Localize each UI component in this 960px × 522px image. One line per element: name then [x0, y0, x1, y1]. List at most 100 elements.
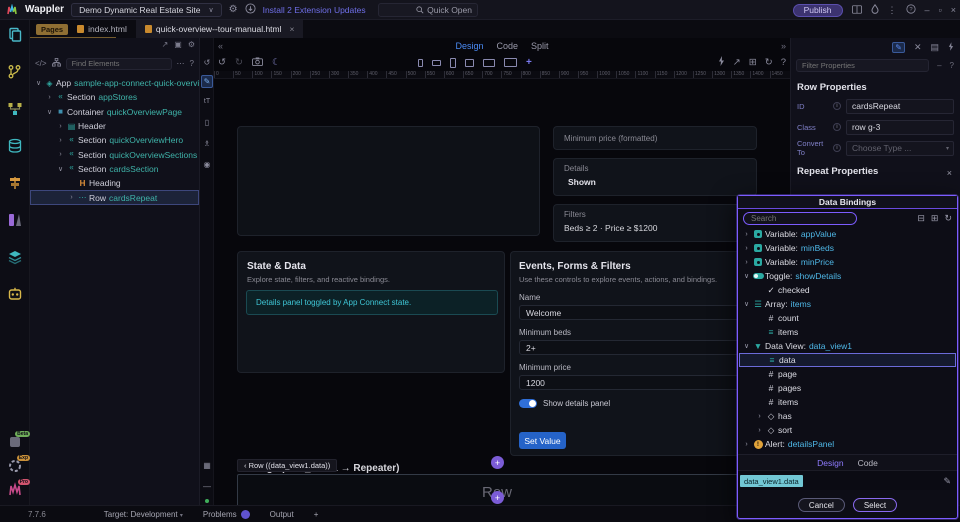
add-element-icon[interactable]: +	[491, 491, 504, 504]
binding-node-items[interactable]: ≡items	[738, 325, 957, 339]
structure-node-quickoverviewhero[interactable]: ›»SectionquickOverviewHero	[30, 133, 199, 147]
device-phone-icon[interactable]	[450, 58, 456, 68]
expander-icon[interactable]: ›	[755, 427, 764, 434]
edit-expression-icon[interactable]: ✎	[943, 476, 951, 487]
expander-icon[interactable]: ›	[742, 259, 751, 266]
minprice-formatted-field[interactable]: Minimum price (formatted)	[553, 126, 757, 150]
binding-node-data[interactable]: ≡data	[739, 353, 956, 367]
pages-icon[interactable]	[0, 24, 30, 45]
publish-button[interactable]: Publish	[793, 4, 843, 17]
binding-node-showdetails[interactable]: ∨Toggle:showDetails	[738, 269, 957, 283]
structure-node-quickoverviewpage[interactable]: ∨■ContainerquickOverviewPage	[30, 105, 199, 119]
tab-index-html[interactable]: index.html	[68, 20, 136, 38]
apps-grid-icon[interactable]: ⊞	[749, 58, 757, 68]
minimize-icon[interactable]: –	[937, 61, 941, 70]
structure-node-heading[interactable]: HHeading	[30, 176, 199, 190]
expression-bar[interactable]: data_view1.data ✎	[738, 470, 957, 490]
beds-select[interactable]: 2+ ▾	[519, 340, 746, 355]
structure-node-cardsrepeat[interactable]: ›⋯RowcardsRepeat	[30, 190, 199, 204]
git-manager-icon[interactable]	[0, 61, 30, 82]
pages-badge[interactable]: Pages	[36, 24, 68, 35]
structure-node-sample-app-connect-quick-overview[interactable]: ∨◈Appsample-app-connect-quick-overview	[30, 76, 199, 90]
tab-quick-overview[interactable]: quick-overview--tour-manual.html ×	[136, 20, 304, 38]
binding-node-items[interactable]: ∨☰Array:items	[738, 297, 957, 311]
expander-icon[interactable]: ›	[742, 441, 751, 448]
layouts-icon[interactable]	[0, 246, 30, 267]
help-icon[interactable]: ?	[950, 61, 954, 70]
text-tool-icon[interactable]: tT	[200, 93, 214, 109]
code-view-icon[interactable]: </>	[35, 60, 47, 68]
target-selector[interactable]: Target: Development ▾	[104, 510, 183, 519]
design-tools-icon[interactable]	[0, 209, 30, 230]
expand-all-icon[interactable]: ⊞	[931, 213, 939, 224]
binding-node-checked[interactable]: ✓checked	[738, 283, 957, 297]
expander-icon[interactable]: ›	[67, 194, 76, 201]
info-icon[interactable]: i	[833, 123, 841, 131]
find-elements-input[interactable]	[66, 58, 172, 70]
device-laptop-icon[interactable]	[483, 59, 495, 67]
add-panel-button[interactable]: +	[314, 510, 319, 519]
binding-node-data_view1[interactable]: ∨▼Data View:data_view1	[738, 339, 957, 353]
property-convert-to-select[interactable]: Choose Type ...▾	[846, 141, 954, 156]
repeat-close-icon[interactable]: ×	[947, 168, 952, 178]
ai-assistant-icon[interactable]	[0, 283, 30, 304]
view-tab-design[interactable]: Design	[455, 41, 483, 51]
kebab-menu-icon[interactable]: ⋮	[888, 5, 897, 16]
binding-node-sort[interactable]: ›◇sort	[738, 423, 957, 437]
output-button[interactable]: Output	[270, 510, 294, 519]
binding-node-appvalue[interactable]: ›Variable:appValue	[738, 227, 957, 241]
expander-icon[interactable]: ∨	[34, 79, 43, 87]
selected-row-badge[interactable]: ‹ Row ((data_view1.data))	[237, 459, 337, 472]
device-tablet-icon[interactable]	[465, 59, 474, 67]
info-icon[interactable]: i	[833, 144, 841, 152]
workflows-icon[interactable]	[0, 98, 30, 119]
expander-icon[interactable]: ›	[742, 231, 751, 238]
mode-tab-code[interactable]: Code	[858, 458, 878, 468]
structure-node-cardssection[interactable]: ∨»SectioncardsSection	[30, 162, 199, 176]
select-button[interactable]: Select	[853, 498, 897, 512]
expander-icon[interactable]: ›	[45, 94, 54, 101]
expander-icon[interactable]: ∨	[742, 272, 751, 280]
collapse-right-icon[interactable]: »	[781, 41, 786, 51]
export-icon[interactable]: ↗	[162, 41, 169, 49]
mode-tab-design[interactable]: Design	[817, 458, 843, 468]
experiments-icon[interactable]: Exp	[0, 455, 30, 476]
grid-icon[interactable]: ▦	[200, 457, 214, 473]
extensions-icon[interactable]: Beta	[0, 431, 30, 452]
styles-icon[interactable]: ♗	[200, 135, 214, 151]
edit-properties-icon[interactable]: ✎	[892, 42, 905, 53]
binding-node-count[interactable]: #count	[738, 311, 957, 325]
help-icon[interactable]: ?	[906, 4, 916, 16]
help-icon[interactable]: ?	[190, 60, 194, 68]
window-minimize-icon[interactable]: –	[925, 5, 930, 15]
property-class-input[interactable]: row g-3	[846, 120, 954, 135]
quick-open-search[interactable]: Quick Open	[378, 3, 478, 17]
theme-droplet-icon[interactable]	[871, 4, 879, 16]
binding-node-pages[interactable]: #pages	[738, 381, 957, 395]
screenshot-camera-icon[interactable]	[252, 57, 263, 69]
settings-gear-icon[interactable]: ⚙	[229, 5, 238, 15]
split-view-icon[interactable]	[852, 5, 862, 16]
actions-bolt-icon[interactable]	[948, 42, 954, 53]
database-manager-icon[interactable]	[0, 135, 30, 156]
expander-icon[interactable]: ›	[56, 137, 65, 144]
expander-icon[interactable]: ∨	[742, 300, 751, 308]
pro-features-icon[interactable]: Pro	[0, 479, 30, 500]
binding-node-items[interactable]: #items	[738, 395, 957, 409]
expander-icon[interactable]: ∨	[56, 165, 65, 173]
view-tab-code[interactable]: Code	[496, 41, 518, 51]
cut-icon[interactable]: ✕	[914, 42, 922, 53]
price-input[interactable]: 1200	[519, 375, 746, 390]
device-preview-icon[interactable]: ▯	[200, 114, 214, 130]
collapse-left-icon[interactable]: «	[218, 41, 223, 51]
structure-node-header[interactable]: ›▤Header	[30, 119, 199, 133]
problems-button[interactable]: Problems	[203, 510, 250, 519]
more-options-icon[interactable]: ⋯	[177, 60, 185, 68]
collapse-icon[interactable]: —	[200, 478, 214, 494]
structure-node-appstores[interactable]: ›»SectionappStores	[30, 90, 199, 104]
tree-view-icon[interactable]	[52, 58, 61, 69]
dark-mode-moon-icon[interactable]: ☾	[272, 58, 281, 68]
panel-settings-icon[interactable]: ⚙	[188, 41, 195, 49]
help-circle-icon[interactable]: ?	[781, 58, 786, 68]
set-value-button[interactable]: Set Value	[519, 432, 566, 449]
